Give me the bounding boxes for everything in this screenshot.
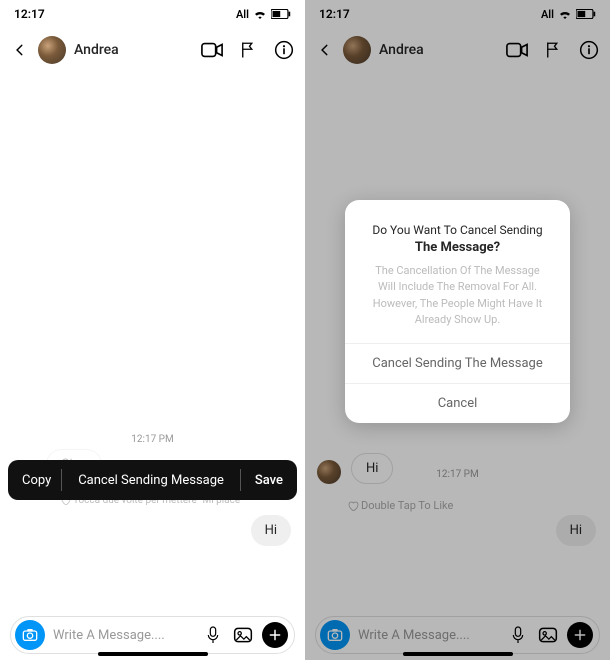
context-cancel-send[interactable]: Cancel Sending Message	[62, 460, 240, 500]
chat-body: 12:17 PM Ciao Tocca due volte per metter…	[0, 72, 305, 610]
network-label: All	[236, 8, 249, 21]
flag-icon[interactable]	[237, 39, 259, 61]
dialog-title-line1: Do You Want To Cancel Sending	[372, 223, 542, 237]
info-icon[interactable]	[273, 39, 295, 61]
outgoing-message[interactable]: Hi	[251, 515, 291, 546]
right-screenshot: 12:17 All Andrea 12:17 PM Hi Double Tap …	[305, 0, 610, 660]
camera-button[interactable]	[15, 620, 45, 650]
left-screenshot: 12:17 All Andrea 12:17 PM Ciao Tocca d	[0, 0, 305, 660]
context-save[interactable]: Save	[241, 460, 297, 500]
chat-header: Andrea	[0, 28, 305, 72]
contact-name[interactable]: Andrea	[74, 42, 119, 58]
dialog-title: Do You Want To Cancel Sending The Messag…	[361, 222, 554, 257]
dialog-body: The Cancellation Of The Message Will Inc…	[361, 263, 554, 329]
confirm-dialog: Do You Want To Cancel Sending The Messag…	[345, 200, 570, 423]
compose-box[interactable]: Write A Message....	[10, 616, 295, 654]
status-right: All	[236, 8, 291, 21]
plus-button[interactable]	[262, 622, 288, 648]
dialog-cancel-button[interactable]: Cancel	[345, 383, 570, 423]
status-bar: 12:17 All	[0, 0, 305, 28]
dialog-confirm-button[interactable]: Cancel Sending The Message	[345, 343, 570, 383]
microphone-icon[interactable]	[202, 624, 224, 646]
message-timestamp: 12:17 PM	[0, 434, 305, 445]
wifi-icon	[253, 9, 267, 19]
context-menu: Copy Cancel Sending Message Save	[8, 460, 297, 500]
gallery-icon[interactable]	[232, 624, 254, 646]
video-call-icon[interactable]	[201, 39, 223, 61]
context-copy[interactable]: Copy	[8, 460, 61, 500]
home-indicator[interactable]	[98, 652, 208, 656]
back-button[interactable]	[10, 43, 30, 57]
avatar[interactable]	[38, 36, 66, 64]
compose-input[interactable]: Write A Message....	[53, 628, 194, 643]
status-time: 12:17	[14, 7, 45, 21]
dialog-title-line2: The Message?	[415, 240, 500, 255]
battery-icon	[271, 9, 291, 19]
